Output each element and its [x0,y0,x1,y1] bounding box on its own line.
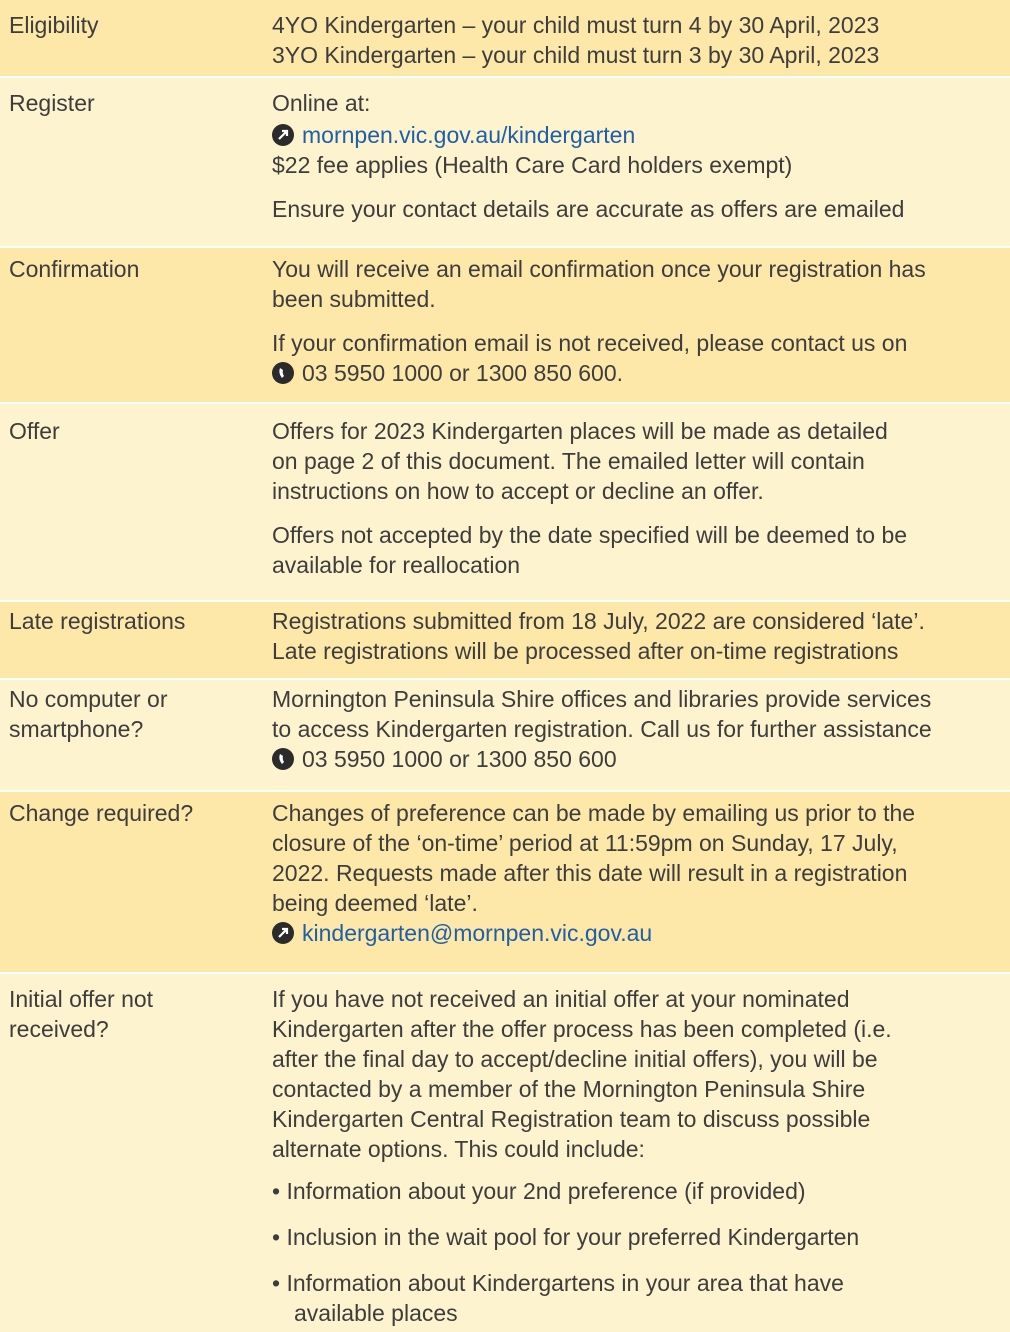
register-link[interactable]: mornpen.vic.gov.au/kindergarten [302,122,635,148]
label-no-computer-2: smartphone? [9,716,144,742]
label-initial-offer-2: received? [9,1016,109,1042]
confirmation-phone: 03 5950 1000 or 1300 850 600. [302,360,624,386]
row-change-required: Change required? Changes of preference c… [0,792,1010,972]
late-line-2: Late registrations will be processed aft… [272,638,899,664]
bullet-item-2: • Inclusion in the wait pool for your pr… [272,1224,860,1250]
offer-line-4: Offers not accepted by the date specifie… [272,522,908,548]
label-initial-offer-1: Initial offer not [9,986,154,1012]
label-offer: Offer [9,418,60,444]
label-register: Register [9,90,95,116]
initial-line-2: Kindergarten after the offer process has… [272,1016,892,1042]
confirmation-line-1: You will receive an email confirmation o… [272,256,926,282]
bullet-item-1: • Information about your 2nd preference … [272,1178,806,1204]
label-change-required: Change required? [9,800,194,826]
change-email-link[interactable]: kindergarten@mornpen.vic.gov.au [302,920,652,946]
initial-line-4: contacted by a member of the Mornington … [272,1076,866,1102]
no-computer-line-2: to access Kindergarten registration. Cal… [272,716,932,742]
confirmation-line-2: been submitted. [272,286,436,312]
register-online-at: Online at: [272,90,371,116]
bullet-item-3-cont: available places [294,1300,458,1326]
row-initial-offer: Initial offer not received? If you have … [0,974,1010,1332]
no-computer-phone: 03 5950 1000 or 1300 850 600 [302,746,617,772]
phone-icon [272,748,294,770]
arrow-icon [272,922,294,944]
arrow-icon [272,124,294,146]
late-line-1: Registrations submitted from 18 July, 20… [272,608,925,634]
row-late-registrations: Late registrations Registrations submitt… [0,602,1010,678]
initial-line-3: after the final day to accept/decline in… [272,1046,878,1072]
label-no-computer-1: No computer or [9,686,168,712]
initial-line-6: alternate options. This could include: [272,1136,645,1162]
phone-icon [272,362,294,384]
change-line-2: closure of the ‘on-time’ period at 11:59… [272,830,898,856]
row-eligibility: Eligibility 4YO Kindergarten – your chil… [0,0,1010,76]
eligibility-line-1: 4YO Kindergarten – your child must turn … [272,12,880,38]
change-line-3: 2022. Requests made after this date will… [272,860,908,886]
bullet-item-3: • Information about Kindergartens in you… [272,1270,844,1296]
offer-line-2: on page 2 of this document. The emailed … [272,448,865,474]
row-confirmation: Confirmation You will receive an email c… [0,248,1010,402]
no-computer-line-1: Mornington Peninsula Shire offices and l… [272,686,932,712]
offer-line-1: Offers for 2023 Kindergarten places will… [272,418,888,444]
confirmation-line-3: If your confirmation email is not receiv… [272,330,908,356]
row-no-computer: No computer or smartphone? Mornington Pe… [0,680,1010,790]
label-late-registrations: Late registrations [9,608,186,634]
row-register: Register Online at: mornpen.vic.gov.au/k… [0,78,1010,246]
offer-line-5: available for reallocation [272,552,521,578]
row-offer: Offer Offers for 2023 Kindergarten place… [0,404,1010,600]
initial-line-1: If you have not received an initial offe… [272,986,850,1012]
label-eligibility: Eligibility [9,12,99,38]
label-confirmation: Confirmation [9,256,140,282]
offer-line-3: instructions on how to accept or decline… [272,478,764,504]
register-note: Ensure your contact details are accurate… [272,196,905,222]
change-line-4: being deemed ‘late’. [272,890,478,916]
initial-line-5: Kindergarten Central Registration team t… [272,1106,871,1132]
eligibility-line-2: 3YO Kindergarten – your child must turn … [272,42,880,68]
register-fee: $22 fee applies (Health Care Card holder… [272,152,793,178]
change-line-1: Changes of preference can be made by ema… [272,800,916,826]
